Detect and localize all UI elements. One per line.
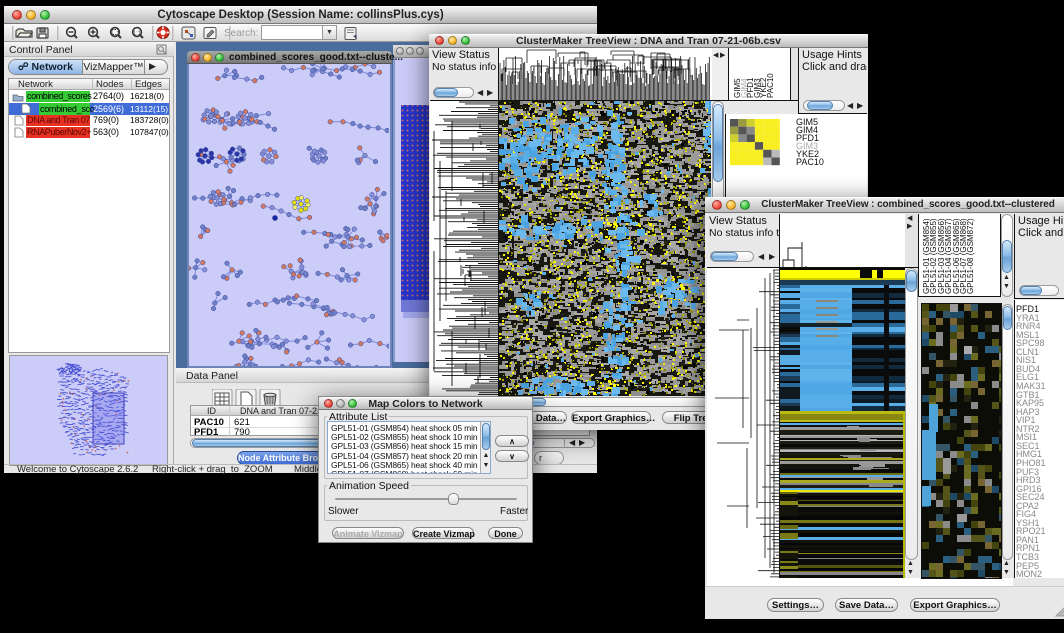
svg-text:1:1: 1:1 bbox=[133, 31, 141, 37]
